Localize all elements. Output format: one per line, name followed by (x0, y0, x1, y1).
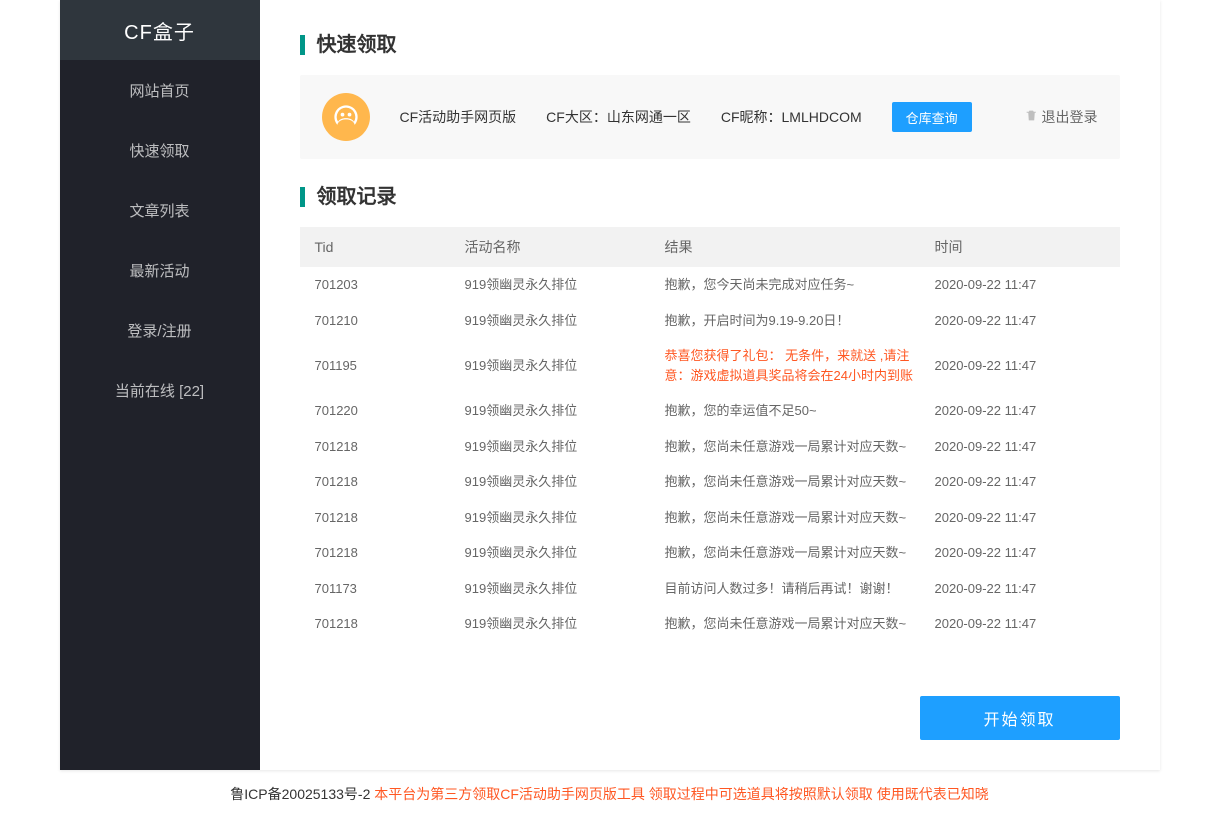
trash-icon (1025, 109, 1038, 125)
sidebar-item-5[interactable]: 当前在线 [22] (60, 360, 260, 420)
table-row: 701218919领幽灵永久排位抱歉，您尚未任意游戏一局累计对应天数~2020-… (300, 464, 1120, 500)
cell-activity: 919领幽灵永久排位 (465, 472, 665, 492)
logout-link[interactable]: 退出登录 (1025, 107, 1098, 127)
cell-tid: 701173 (315, 579, 465, 599)
cell-time: 2020-09-22 11:47 (935, 614, 1105, 634)
cell-activity: 919领幽灵永久排位 (465, 275, 665, 295)
cell-time: 2020-09-22 11:47 (935, 508, 1105, 528)
cell-time: 2020-09-22 11:47 (935, 472, 1105, 492)
cell-result: 抱歉，您今天尚未完成对应任务~ (665, 275, 935, 295)
cell-time: 2020-09-22 11:47 (935, 579, 1105, 599)
footer: 鲁ICP备20025133号-2 本平台为第三方领取CF活动助手网页版工具 领取… (60, 784, 1160, 804)
sidebar-item-1[interactable]: 快速领取 (60, 120, 260, 180)
table-row: 701210919领幽灵永久排位抱歉，开启时间为9.19-9.20日！2020-… (300, 303, 1120, 339)
sidebar: CF盒子 网站首页快速领取文章列表最新活动登录/注册当前在线 [22] (60, 0, 260, 770)
cell-activity: 919领幽灵永久排位 (465, 614, 665, 634)
footer-icp[interactable]: 鲁ICP备20025133号-2 (230, 786, 374, 802)
avatar-icon (322, 93, 370, 141)
sidebar-item-2[interactable]: 文章列表 (60, 180, 260, 240)
cell-time: 2020-09-22 11:47 (935, 311, 1105, 331)
brand-title: CF盒子 (60, 0, 260, 60)
col-result: 结果 (665, 237, 935, 257)
depot-query-button[interactable]: 仓库查询 (892, 102, 972, 132)
cell-result: 抱歉，您尚未任意游戏一局累计对应天数~ (665, 472, 935, 492)
table-row: 701195919领幽灵永久排位恭喜您获得了礼包： 无条件，来就送 ,请注意：游… (300, 338, 1120, 393)
section-quick-title: 快速领取 (300, 35, 1120, 55)
start-claim-button[interactable]: 开始领取 (920, 696, 1120, 740)
cell-tid: 701218 (315, 472, 465, 492)
section-records-title: 领取记录 (300, 187, 1120, 207)
cell-time: 2020-09-22 11:47 (935, 356, 1105, 376)
info-helper: CF活动助手网页版 (400, 107, 517, 127)
table-row: 701218919领幽灵永久排位抱歉，您尚未任意游戏一局累计对应天数~2020-… (300, 606, 1120, 642)
col-tid: Tid (315, 239, 465, 255)
cell-result: 抱歉，您尚未任意游戏一局累计对应天数~ (665, 437, 935, 457)
table-row: 701203919领幽灵永久排位抱歉，您今天尚未完成对应任务~2020-09-2… (300, 267, 1120, 303)
cell-activity: 919领幽灵永久排位 (465, 311, 665, 331)
cell-tid: 701218 (315, 543, 465, 563)
app-window: CF盒子 网站首页快速领取文章列表最新活动登录/注册当前在线 [22] 快速领取… (60, 0, 1160, 770)
cell-tid: 701220 (315, 401, 465, 421)
table-row: 701220919领幽灵永久排位抱歉，您的幸运值不足50~2020-09-22 … (300, 393, 1120, 429)
info-zone: CF大区：山东网通一区 (546, 107, 691, 127)
sidebar-item-3[interactable]: 最新活动 (60, 240, 260, 300)
table-row: 701218919领幽灵永久排位抱歉，您尚未任意游戏一局累计对应天数~2020-… (300, 535, 1120, 571)
action-bar: 开始领取 (300, 696, 1120, 740)
sidebar-item-4[interactable]: 登录/注册 (60, 300, 260, 360)
nav-list: 网站首页快速领取文章列表最新活动登录/注册当前在线 [22] (60, 60, 260, 420)
sidebar-item-0[interactable]: 网站首页 (60, 60, 260, 120)
cell-time: 2020-09-22 11:47 (935, 275, 1105, 295)
cell-result: 抱歉，您尚未任意游戏一局累计对应天数~ (665, 543, 935, 563)
cell-result: 抱歉，您的幸运值不足50~ (665, 401, 935, 421)
cell-tid: 701218 (315, 614, 465, 634)
cell-activity: 919领幽灵永久排位 (465, 437, 665, 457)
table-row: 701183919领幽灵永久排位恭喜您获得了礼包： 特权礼包 ,请注意：游戏虚拟… (300, 642, 1120, 648)
logout-label: 退出登录 (1042, 107, 1098, 127)
cell-time: 2020-09-22 11:47 (935, 401, 1105, 421)
cell-result: 抱歉，您尚未任意游戏一局累计对应天数~ (665, 508, 935, 528)
info-bar: CF活动助手网页版 CF大区：山东网通一区 CF昵称：LMLHDCOM 仓库查询… (300, 75, 1120, 159)
col-time: 时间 (935, 237, 1105, 257)
cell-result: 抱歉，您尚未任意游戏一局累计对应天数~ (665, 614, 935, 634)
footer-warning: 本平台为第三方领取CF活动助手网页版工具 领取过程中可选道具将按照默认领取 使用… (374, 786, 988, 802)
info-nick: CF昵称：LMLHDCOM (721, 107, 862, 127)
table-body[interactable]: 701203919领幽灵永久排位抱歉，您今天尚未完成对应任务~2020-09-2… (300, 267, 1120, 647)
cell-result: 抱歉，开启时间为9.19-9.20日！ (665, 311, 935, 331)
cell-result: 目前访问人数过多！请稍后再试！谢谢！ (665, 579, 935, 599)
records-table: Tid 活动名称 结果 时间 701203919领幽灵永久排位抱歉，您今天尚未完… (300, 227, 1120, 676)
col-activity: 活动名称 (465, 237, 665, 257)
cell-tid: 701210 (315, 311, 465, 331)
cell-time: 2020-09-22 11:47 (935, 543, 1105, 563)
cell-tid: 701195 (315, 356, 465, 376)
table-row: 701173919领幽灵永久排位目前访问人数过多！请稍后再试！谢谢！2020-0… (300, 571, 1120, 607)
cell-result: 恭喜您获得了礼包： 无条件，来就送 ,请注意：游戏虚拟道具奖品将会在24小时内到… (665, 346, 935, 385)
cell-activity: 919领幽灵永久排位 (465, 579, 665, 599)
cell-activity: 919领幽灵永久排位 (465, 401, 665, 421)
cell-time: 2020-09-22 11:47 (935, 437, 1105, 457)
main-panel: 快速领取 CF活动助手网页版 CF大区：山东网通一区 CF昵称：LMLHDCOM… (260, 0, 1160, 770)
cell-activity: 919领幽灵永久排位 (465, 508, 665, 528)
cell-activity: 919领幽灵永久排位 (465, 543, 665, 563)
table-row: 701218919领幽灵永久排位抱歉，您尚未任意游戏一局累计对应天数~2020-… (300, 429, 1120, 465)
cell-tid: 701218 (315, 508, 465, 528)
cell-activity: 919领幽灵永久排位 (465, 356, 665, 376)
cell-tid: 701203 (315, 275, 465, 295)
cell-tid: 701218 (315, 437, 465, 457)
table-row: 701218919领幽灵永久排位抱歉，您尚未任意游戏一局累计对应天数~2020-… (300, 500, 1120, 536)
table-header: Tid 活动名称 结果 时间 (300, 227, 1120, 267)
